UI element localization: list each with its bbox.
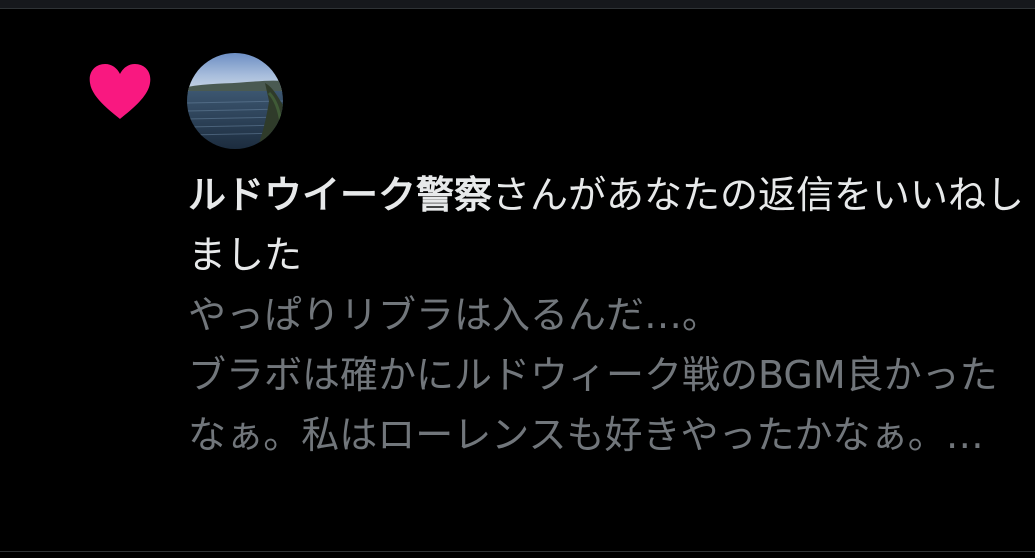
bottom-divider	[0, 551, 1035, 558]
heart-icon	[89, 64, 151, 119]
notification-content: ルドウイーク警察さんがあなたの返信をいいねしました やっぱりリブラは入るんだ…。…	[188, 165, 1028, 465]
avatar[interactable]	[187, 53, 283, 149]
avatar-lake-photo-icon	[187, 53, 283, 149]
top-divider	[0, 0, 1035, 9]
username[interactable]: ルドウイーク警察	[188, 173, 492, 217]
liked-reply-text[interactable]: やっぱりリブラは入るんだ…。 ブラボは確かにルドウィーク戦のBGM良かったなぁ。…	[188, 285, 1028, 465]
notification-headline: ルドウイーク警察さんがあなたの返信をいいねしました	[188, 165, 1028, 285]
like-notification[interactable]: ルドウイーク警察さんがあなたの返信をいいねしました やっぱりリブラは入るんだ…。…	[0, 9, 1035, 549]
